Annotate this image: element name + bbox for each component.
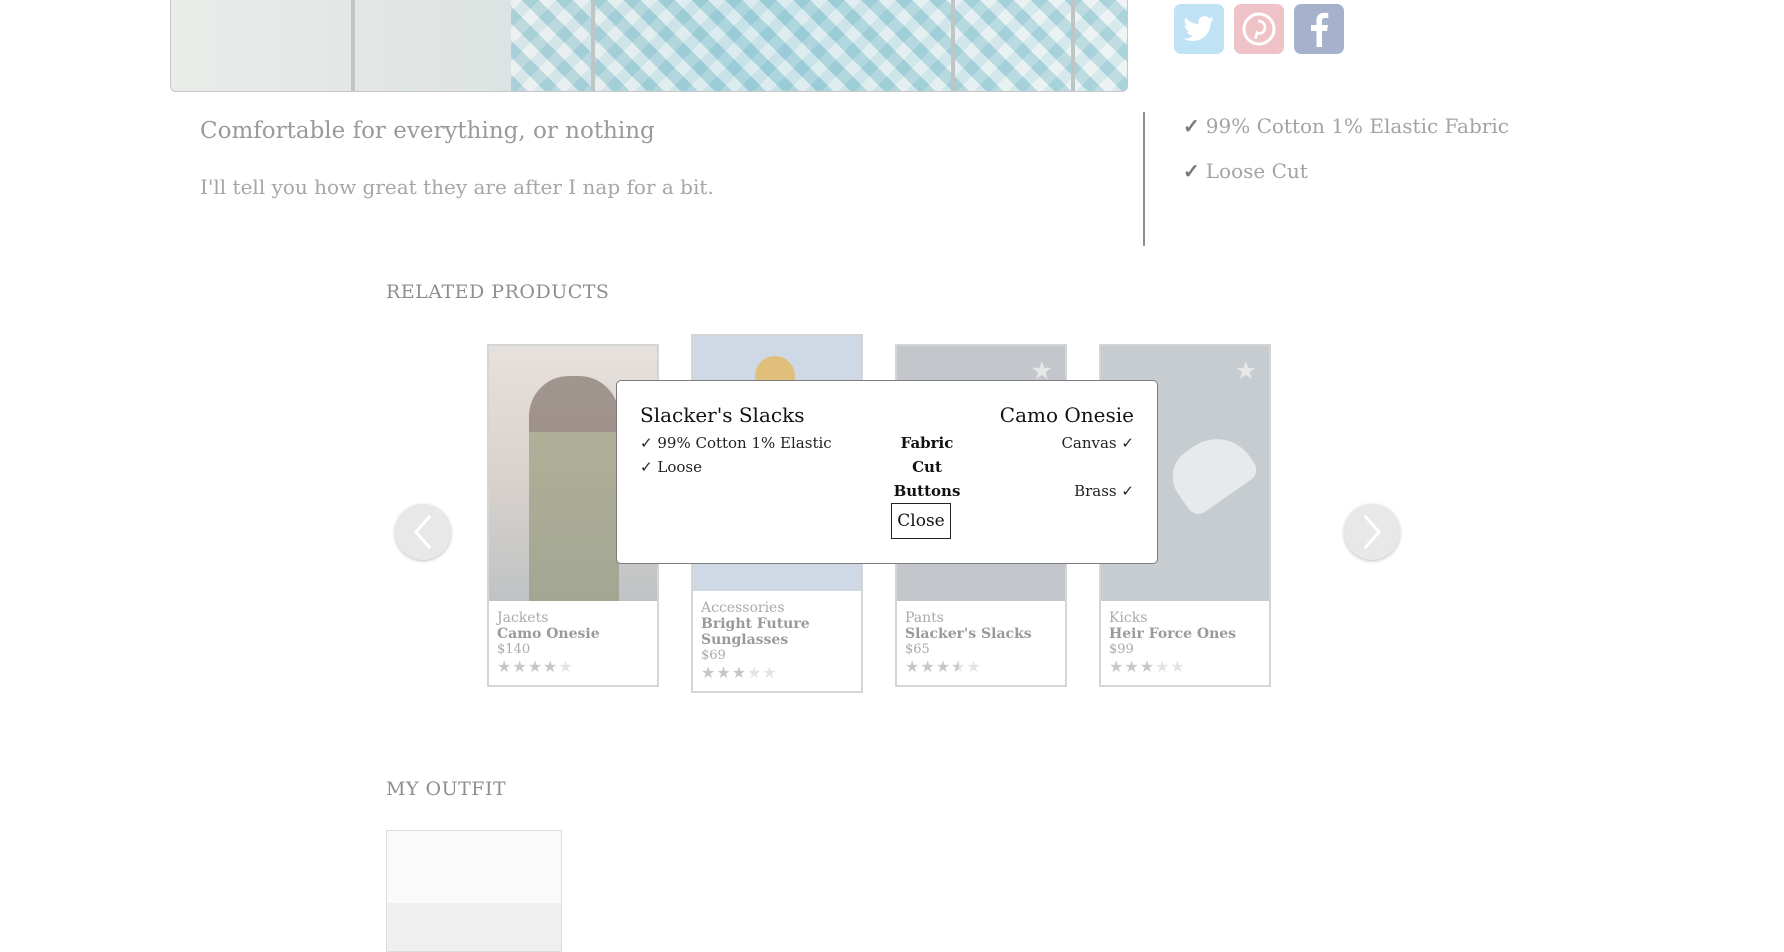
product-price: $99 — [1109, 642, 1134, 657]
divider — [1143, 112, 1145, 246]
facebook-share-button[interactable] — [1294, 4, 1344, 54]
star-rating: ★★★★★ — [905, 657, 982, 676]
product-price: $69 — [701, 648, 726, 663]
twitter-share-button[interactable] — [1174, 4, 1224, 54]
compare-related-title: Camo Onesie — [999, 403, 1134, 427]
star-rating: ★★★★★ — [1109, 657, 1186, 676]
compare-feature-label: Fabric — [900, 434, 954, 452]
checkmark-icon: ✓ — [1183, 114, 1200, 138]
favorite-star-icon[interactable]: ★ — [1235, 356, 1257, 385]
my-outfit-title: MY OUTFIT — [386, 778, 507, 800]
pinterest-share-button[interactable] — [1234, 4, 1284, 54]
star-rating: ★★★★★ — [701, 663, 778, 682]
feature-item: ✓ 99% Cotton 1% Elastic Fabric — [1183, 114, 1509, 138]
facebook-icon — [1311, 12, 1329, 47]
product-name: Bright Future Sunglasses — [701, 616, 810, 648]
compare-related-value: Canvas ✓ — [1061, 434, 1134, 452]
checkmark-icon: ✓ — [1183, 159, 1200, 183]
product-category: Jackets — [497, 610, 549, 626]
compare-current-value: ✓ 99% Cotton 1% Elastic — [640, 434, 832, 452]
product-slogan: Comfortable for everything, or nothing — [200, 118, 655, 144]
product-main-image — [170, 0, 1128, 92]
product-features: ✓ 99% Cotton 1% Elastic Fabric ✓ Loose Cut — [1183, 114, 1509, 204]
carousel-next-button[interactable] — [1344, 504, 1400, 560]
product-category: Accessories — [701, 600, 785, 616]
product-price: $140 — [497, 642, 531, 657]
product-name: Slacker's Slacks — [905, 626, 1032, 642]
compare-current-value: ✓ Loose — [640, 458, 702, 476]
compare-feature-label: Buttons — [893, 482, 961, 500]
star-rating: ★★★★★ — [497, 657, 574, 676]
product-category: Kicks — [1109, 610, 1148, 626]
product-price: $65 — [905, 642, 930, 657]
carousel-prev-button[interactable] — [395, 504, 451, 560]
chevron-left-icon — [414, 515, 432, 549]
compare-related-value: Brass ✓ — [1074, 482, 1134, 500]
chevron-right-icon — [1363, 515, 1381, 549]
outfit-card[interactable] — [386, 830, 562, 952]
compare-current-title: Slacker's Slacks — [640, 403, 805, 427]
outfit-image — [387, 903, 561, 951]
product-description: I'll tell you how great they are after I… — [200, 175, 714, 199]
feature-item: ✓ Loose Cut — [1183, 159, 1308, 183]
product-category: Pants — [905, 610, 944, 626]
compare-related-value — [974, 457, 1134, 481]
social-share — [1174, 4, 1344, 54]
compare-feature-label: Cut — [912, 458, 942, 476]
close-button[interactable]: Close — [891, 503, 951, 539]
product-name: Heir Force Ones — [1109, 626, 1237, 642]
comparison-modal: Slacker's Slacks ✓ 99% Cotton 1% Elastic… — [616, 380, 1158, 564]
twitter-icon — [1183, 16, 1214, 42]
pinterest-icon — [1242, 12, 1276, 46]
product-name: Camo Onesie — [497, 626, 600, 642]
related-products-title: RELATED PRODUCTS — [386, 281, 610, 303]
